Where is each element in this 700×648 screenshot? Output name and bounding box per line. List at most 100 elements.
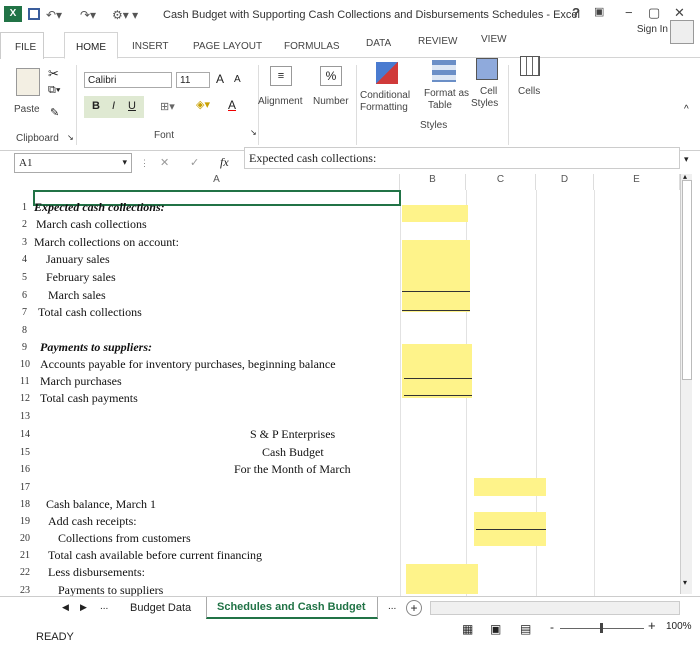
- expand-formula-icon[interactable]: ▾: [684, 154, 689, 165]
- tab-review[interactable]: REVIEW: [418, 36, 457, 47]
- column-header-a[interactable]: A: [34, 174, 400, 190]
- cell-a19[interactable]: Add cash receipts:: [48, 514, 137, 529]
- row-number-20[interactable]: 20: [20, 533, 34, 544]
- cell-a11[interactable]: March purchases: [40, 374, 122, 389]
- row-number-22[interactable]: 22: [20, 567, 34, 578]
- ribbon-display-icon[interactable]: ▣: [594, 5, 604, 18]
- row-number-16[interactable]: 16: [20, 464, 34, 475]
- cells-button[interactable]: Cells: [518, 86, 540, 97]
- tab-view[interactable]: VIEW: [481, 34, 507, 45]
- row-number-4[interactable]: 4: [22, 254, 36, 265]
- cell-a7[interactable]: Total cash collections: [38, 305, 142, 320]
- shrink-font-button[interactable]: A: [234, 74, 241, 85]
- column-header-e[interactable]: E: [594, 174, 680, 190]
- clipboard-launcher-icon[interactable]: ↘: [67, 133, 74, 142]
- font-size-box[interactable]: 11: [176, 72, 210, 88]
- row-number-7[interactable]: 7: [22, 307, 36, 318]
- cell-a15[interactable]: Cash Budget: [262, 445, 324, 460]
- cell-a20[interactable]: Collections from customers: [58, 531, 191, 546]
- cell-styles-button[interactable]: Cell: [480, 86, 497, 97]
- row-number-13[interactable]: 13: [20, 411, 34, 422]
- cell-a1[interactable]: Expected cash collections:: [34, 200, 165, 215]
- restore-button[interactable]: ▢: [648, 5, 660, 21]
- tab-home[interactable]: HOME: [64, 32, 118, 59]
- grow-font-button[interactable]: A: [216, 72, 224, 86]
- font-color-button[interactable]: A: [228, 98, 236, 112]
- number-button[interactable]: Number: [313, 96, 349, 107]
- row-number-6[interactable]: 6: [22, 290, 36, 301]
- tab-page-layout[interactable]: PAGE LAYOUT: [193, 41, 262, 52]
- sheet-nav-prev[interactable]: ◀: [62, 602, 69, 613]
- row-number-18[interactable]: 18: [20, 499, 34, 510]
- tab-file[interactable]: FILE: [0, 32, 44, 59]
- column-header-c[interactable]: C: [466, 174, 536, 190]
- customize-icon[interactable]: ⚙▾ ▾: [112, 8, 138, 22]
- cell-a18[interactable]: Cash balance, March 1: [46, 497, 156, 512]
- row-number-19[interactable]: 19: [20, 516, 34, 527]
- sheet-more-right[interactable]: ...: [388, 601, 396, 612]
- row-number-12[interactable]: 12: [20, 393, 34, 404]
- row-number-5[interactable]: 5: [22, 272, 36, 283]
- avatar[interactable]: [670, 20, 694, 44]
- zoom-level[interactable]: 100%: [666, 621, 692, 632]
- formula-bar-grip-icon[interactable]: ⋮: [140, 158, 149, 169]
- page-layout-view-icon[interactable]: ▣: [490, 622, 501, 636]
- italic-button[interactable]: I: [112, 100, 115, 112]
- tab-data[interactable]: DATA: [366, 38, 391, 49]
- input-cell-c18[interactable]: [474, 478, 546, 496]
- cell-a14[interactable]: S & P Enterprises: [250, 427, 335, 442]
- sheet-tab-schedules[interactable]: Schedules and Cash Budget: [206, 597, 378, 619]
- scroll-up-icon[interactable]: ▴: [683, 172, 687, 181]
- close-button[interactable]: ✕: [674, 5, 685, 21]
- select-all-corner[interactable]: [18, 174, 34, 190]
- zoom-slider-thumb[interactable]: [600, 623, 603, 633]
- cell-a6[interactable]: March sales: [48, 288, 106, 303]
- collapse-ribbon-icon[interactable]: ^: [684, 104, 689, 115]
- row-number-9[interactable]: 9: [22, 342, 36, 353]
- undo-icon[interactable]: ↶▾: [46, 8, 62, 22]
- row-number-17[interactable]: 17: [20, 482, 34, 493]
- formula-input[interactable]: Expected cash collections:: [244, 147, 680, 169]
- sheet-tab-budget-data[interactable]: Budget Data: [130, 602, 191, 614]
- cell-a10[interactable]: Accounts payable for inventory purchases…: [40, 357, 336, 372]
- column-header-d[interactable]: D: [536, 174, 594, 190]
- borders-icon[interactable]: ⊞▾: [160, 100, 175, 113]
- redo-icon[interactable]: ↷▾: [80, 8, 96, 22]
- paste-button[interactable]: Paste: [14, 104, 40, 115]
- horizontal-scrollbar[interactable]: [430, 601, 680, 615]
- row-number-11[interactable]: 11: [20, 376, 34, 387]
- row-number-2[interactable]: 2: [22, 219, 36, 230]
- save-icon[interactable]: [28, 8, 40, 20]
- cancel-button[interactable]: ✕: [160, 156, 169, 169]
- chevron-down-icon[interactable]: ▾: [122, 157, 127, 168]
- tab-formulas[interactable]: FORMULAS: [284, 41, 340, 52]
- zoom-out-button[interactable]: -: [550, 620, 554, 634]
- excel-logo-icon[interactable]: X: [4, 6, 22, 22]
- row-number-21[interactable]: 21: [20, 550, 34, 561]
- font-name-box[interactable]: Calibri: [84, 72, 172, 88]
- cut-icon[interactable]: ✂: [48, 66, 59, 82]
- add-sheet-button[interactable]: +: [406, 600, 422, 616]
- scroll-thumb[interactable]: [682, 180, 692, 380]
- help-button[interactable]: ?: [572, 5, 580, 20]
- sheet-more-left[interactable]: ...: [100, 601, 108, 612]
- cell-a2[interactable]: March cash collections: [36, 217, 147, 232]
- column-header-b[interactable]: B: [400, 174, 466, 190]
- cell-a3[interactable]: March collections on account:: [34, 235, 179, 250]
- paste-icon[interactable]: [16, 68, 40, 96]
- cell-a12[interactable]: Total cash payments: [40, 391, 138, 406]
- format-as-table-button[interactable]: Format as: [424, 88, 469, 99]
- scroll-down-icon[interactable]: ▾: [683, 578, 687, 587]
- font-launcher-icon[interactable]: ↘: [250, 128, 257, 137]
- input-cell-b1[interactable]: [402, 205, 468, 222]
- cell-a22[interactable]: Less disbursements:: [48, 565, 145, 580]
- input-cell-b10-b11[interactable]: [402, 344, 472, 398]
- cell-a21[interactable]: Total cash available before current fina…: [48, 548, 262, 563]
- format-painter-icon[interactable]: ✎: [50, 106, 59, 119]
- zoom-in-button[interactable]: +: [648, 618, 656, 633]
- cell-a4[interactable]: January sales: [46, 252, 110, 267]
- row-number-15[interactable]: 15: [20, 447, 34, 458]
- minimize-button[interactable]: −: [625, 5, 633, 20]
- sheet-nav-next[interactable]: ▶: [80, 602, 87, 613]
- conditional-formatting-button[interactable]: Conditional: [360, 90, 410, 101]
